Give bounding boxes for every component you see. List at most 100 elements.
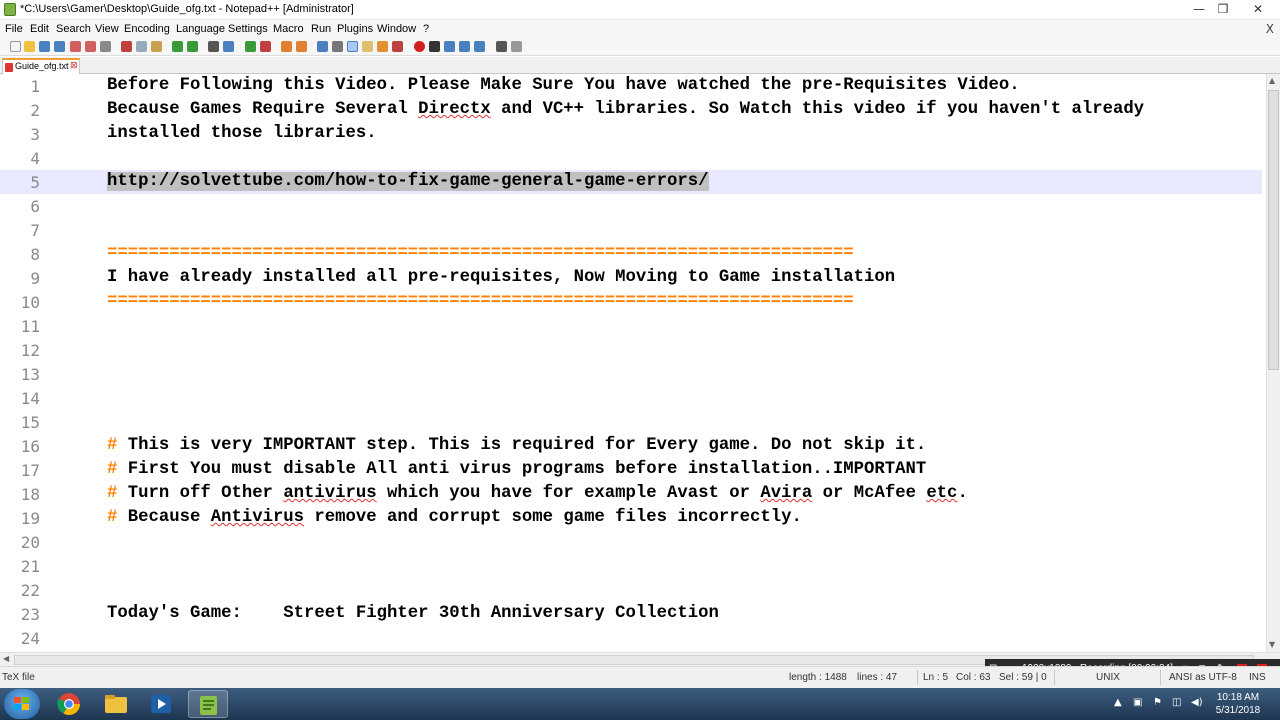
stop-macro-icon[interactable] — [429, 41, 440, 52]
system-clock[interactable]: 10:18 AM 5/31/2018 — [1208, 691, 1268, 717]
open-file-icon[interactable] — [24, 41, 35, 52]
editor-line[interactable]: 20 — [0, 530, 1262, 554]
line-number: 21 — [20, 557, 40, 576]
sync-vertical-icon[interactable] — [281, 41, 292, 52]
plugin-icon[interactable] — [496, 41, 507, 52]
taskbar-file-explorer[interactable] — [96, 690, 136, 718]
copy-icon[interactable] — [136, 41, 147, 52]
network-icon[interactable]: ▣ — [1133, 697, 1142, 708]
editor-line[interactable]: 14 — [0, 386, 1262, 410]
menu-macro[interactable]: Macro — [273, 23, 304, 35]
editor-line[interactable]: 16 # This is very IMPORTANT step. This is… — [0, 434, 1262, 458]
editor-line[interactable]: 21 — [0, 554, 1262, 578]
editor-line[interactable]: 2 Because Games Require Several Directx a… — [0, 98, 1262, 122]
text-editor[interactable]: 1 Before Following this Video. Please Mak… — [0, 74, 1266, 652]
line-number: 11 — [20, 317, 40, 336]
editor-line[interactable]: 1 Before Following this Video. Please Mak… — [0, 74, 1262, 98]
text-segment: Because Games Require Several — [107, 100, 419, 119]
menu-search[interactable]: Search — [56, 23, 91, 35]
editor-line[interactable]: 17 # First You must disable All anti viru… — [0, 458, 1262, 482]
save-macro-icon[interactable] — [474, 41, 485, 52]
editor-line[interactable]: 24 — [0, 626, 1262, 650]
editor-line[interactable]: 23 Today's Game: Street Fighter 30th Anni… — [0, 602, 1262, 626]
function-list-icon[interactable] — [392, 41, 403, 52]
vertical-scroll-thumb[interactable] — [1268, 90, 1279, 370]
line-number: 15 — [20, 413, 40, 432]
menu-file[interactable]: File — [5, 23, 23, 35]
scroll-left-icon[interactable]: ◀ — [3, 654, 9, 663]
editor-line[interactable]: 3 installed those libraries. — [0, 122, 1262, 146]
close-document-icon[interactable]: X — [1266, 22, 1274, 36]
word-wrap-icon[interactable] — [317, 41, 328, 52]
menu-settings[interactable]: Settings — [228, 23, 268, 35]
editor-line[interactable]: 9 I have already installed all pre-requis… — [0, 266, 1262, 290]
sync-horizontal-icon[interactable] — [296, 41, 307, 52]
show-all-characters-icon[interactable] — [332, 41, 343, 52]
tab-close-icon[interactable]: ⊠ — [70, 61, 78, 71]
redo-icon[interactable] — [187, 41, 198, 52]
start-button[interactable] — [4, 689, 40, 719]
taskbar-media-player[interactable] — [141, 690, 181, 718]
volume-icon[interactable]: ◀) — [1191, 697, 1203, 708]
vertical-scrollbar[interactable]: ▲ ▼ — [1266, 74, 1280, 652]
editor-line[interactable]: 12 — [0, 338, 1262, 362]
maximize-button[interactable]: ❐ — [1210, 0, 1236, 18]
menu-help[interactable]: ? — [423, 23, 429, 35]
run-macro-multiple-icon[interactable] — [459, 41, 470, 52]
editor-line[interactable]: 7 — [0, 218, 1262, 242]
wifi-icon[interactable]: ◫ — [1172, 697, 1181, 708]
indent-guide-icon[interactable] — [347, 41, 358, 52]
save-all-icon[interactable] — [54, 41, 65, 52]
taskbar-chrome[interactable] — [49, 690, 89, 718]
print-icon[interactable] — [100, 41, 111, 52]
editor-line[interactable]: 13 — [0, 362, 1262, 386]
new-file-icon[interactable] — [10, 41, 21, 52]
menu-window[interactable]: Window — [377, 23, 416, 35]
tab-guide-ofg[interactable]: Guide_ofg.txt ⊠ — [2, 58, 80, 74]
replace-icon[interactable] — [223, 41, 234, 52]
find-icon[interactable] — [208, 41, 219, 52]
close-icon[interactable] — [70, 41, 81, 52]
editor-line[interactable]: 8 =======================================… — [0, 242, 1262, 266]
editor-line[interactable]: 10 ======================================… — [0, 290, 1262, 314]
status-eol[interactable]: UNIX — [1096, 672, 1120, 683]
menu-edit[interactable]: Edit — [30, 23, 49, 35]
zoom-out-icon[interactable] — [260, 41, 271, 52]
minimize-button[interactable]: — — [1186, 0, 1212, 18]
play-macro-icon[interactable] — [444, 41, 455, 52]
editor-line[interactable]: 5 http://solvettube.com/how-to-fix-game-g… — [0, 170, 1262, 194]
close-all-icon[interactable] — [85, 41, 96, 52]
show-hidden-icons[interactable]: ▲ — [1114, 697, 1122, 708]
menu-encoding[interactable]: Encoding — [124, 23, 170, 35]
menu-language[interactable]: Language — [176, 23, 225, 35]
record-macro-icon[interactable] — [414, 41, 425, 52]
line-number: 13 — [20, 365, 40, 384]
document-map-icon[interactable] — [377, 41, 388, 52]
status-encoding[interactable]: ANSI as UTF-8 — [1169, 672, 1237, 683]
menu-run[interactable]: Run — [311, 23, 331, 35]
menu-view[interactable]: View — [95, 23, 119, 35]
scroll-up-icon[interactable]: ▲ — [1269, 76, 1275, 85]
paste-icon[interactable] — [151, 41, 162, 52]
text-segment: I have already installed all pre-requisi… — [107, 268, 896, 287]
text-segment: . — [957, 484, 968, 503]
action-center-icon[interactable]: ⚑ — [1153, 697, 1162, 708]
spell-check-icon[interactable] — [511, 41, 522, 52]
save-icon[interactable] — [39, 41, 50, 52]
editor-line[interactable]: 15 — [0, 410, 1262, 434]
editor-line[interactable]: 19 # Because Antivirus remove and corrupt… — [0, 506, 1262, 530]
editor-line[interactable]: 18 # Turn off Other antivirus which you h… — [0, 482, 1262, 506]
taskbar-notepad-plus-plus[interactable] — [188, 690, 228, 718]
undo-icon[interactable] — [172, 41, 183, 52]
close-button[interactable]: ✕ — [1242, 0, 1274, 18]
editor-line[interactable]: 22 — [0, 578, 1262, 602]
user-language-icon[interactable] — [362, 41, 373, 52]
zoom-in-icon[interactable] — [245, 41, 256, 52]
scroll-down-icon[interactable]: ▼ — [1269, 640, 1275, 649]
editor-line[interactable]: 11 — [0, 314, 1262, 338]
status-insert-mode[interactable]: INS — [1249, 672, 1266, 683]
menu-plugins[interactable]: Plugins — [337, 23, 373, 35]
editor-line[interactable]: 6 — [0, 194, 1262, 218]
editor-line[interactable]: 4 — [0, 146, 1262, 170]
cut-icon[interactable] — [121, 41, 132, 52]
